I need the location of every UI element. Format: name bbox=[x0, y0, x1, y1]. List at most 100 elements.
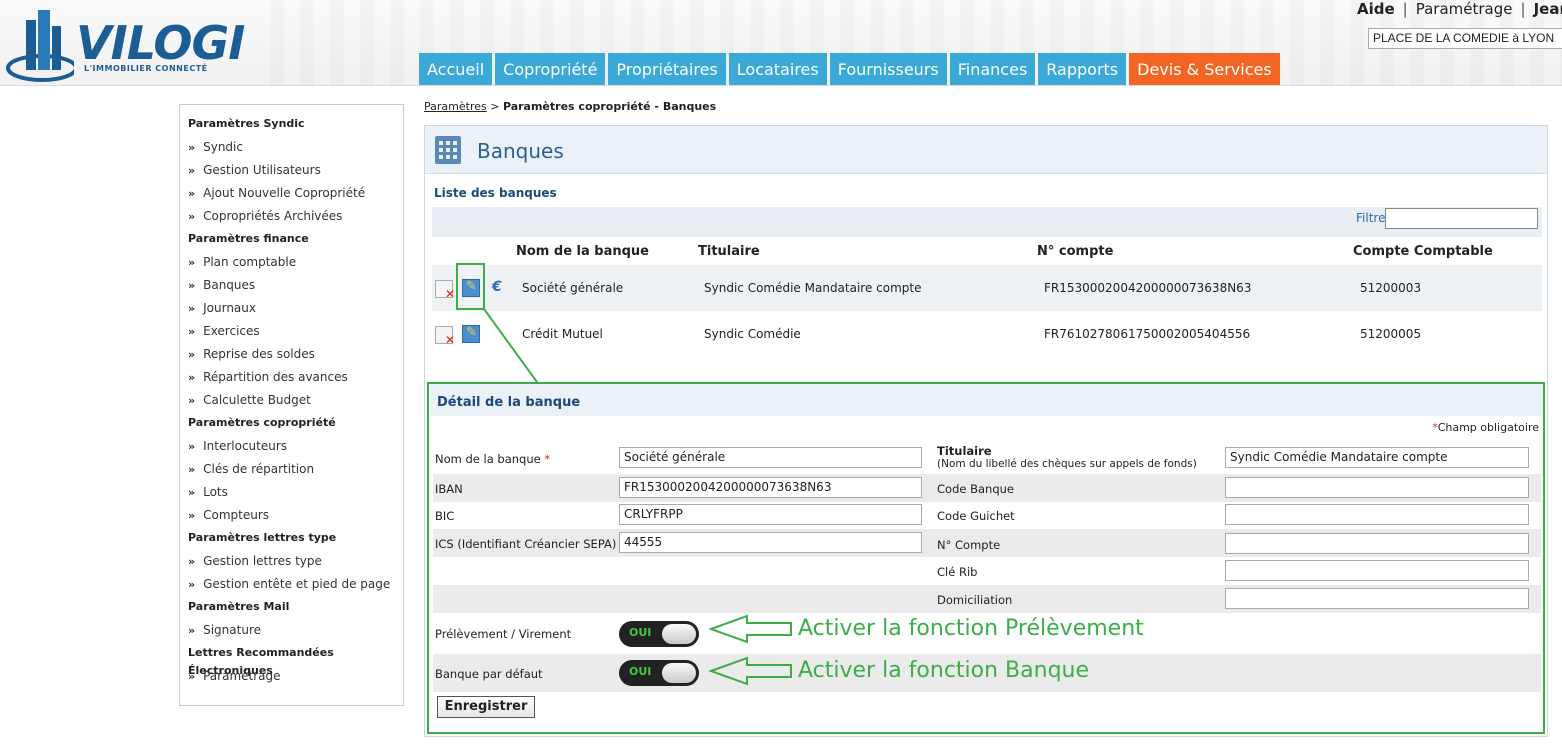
iban-label: IBAN bbox=[435, 482, 463, 496]
sidebar-item-compteurs[interactable]: » Compteurs bbox=[188, 506, 395, 529]
chevron-icon: » bbox=[188, 509, 196, 522]
form-row: Domiciliation bbox=[433, 585, 1541, 613]
sidebar-item-banques[interactable]: » Banques bbox=[188, 276, 395, 299]
nav-tab-finances[interactable]: Finances bbox=[949, 53, 1036, 85]
settings-link[interactable]: Paramétrage bbox=[1416, 0, 1513, 18]
num-compte-label: N° Compte bbox=[937, 538, 1001, 552]
form-row: Nom de la banque * Société générale Titu… bbox=[433, 444, 1541, 472]
building-logo-icon bbox=[6, 10, 74, 82]
chevron-icon: » bbox=[188, 486, 196, 499]
sidebar-item-signature[interactable]: » Signature bbox=[188, 621, 395, 644]
cle-rib-input[interactable] bbox=[1225, 560, 1529, 581]
chevron-icon: » bbox=[188, 256, 196, 269]
toggle-on-text: OUI bbox=[629, 665, 652, 678]
top-links: Aide|Paramétrage|Jean bbox=[1357, 0, 1562, 18]
nav-tab-devis-services[interactable]: Devis & Services bbox=[1129, 53, 1280, 85]
arrow-left-icon bbox=[709, 614, 792, 644]
sidebar-item-parametrage-lre[interactable]: » Paramétrage bbox=[188, 667, 395, 690]
breadcrumb-parametres-link[interactable]: Paramètres bbox=[424, 100, 487, 113]
ics-input[interactable]: 44555 bbox=[619, 532, 922, 553]
header: VILOGI L'IMMOBILIER CONNECTÉ Aide | Paramé… bbox=[0, 0, 1562, 86]
toggle-on-text: OUI bbox=[629, 626, 652, 639]
nav-tab-fournisseurs[interactable]: Fournisseurs bbox=[829, 53, 947, 85]
banque-defaut-toggle[interactable]: OUI bbox=[619, 660, 699, 686]
required-note: *Champ obligatoire bbox=[1432, 421, 1539, 434]
sidebar-item-coproprietes-archivees[interactable]: » Copropriétés Archivées bbox=[188, 207, 395, 230]
annotation-banque: Activer la fonction Banque bbox=[798, 658, 1090, 683]
sidebar-item-lots[interactable]: » Lots bbox=[188, 483, 395, 506]
chevron-icon: » bbox=[188, 578, 196, 591]
sidebar-item-ajout-copropriete[interactable]: » Ajout Nouvelle Copropriété bbox=[188, 184, 395, 207]
num-compte-input[interactable] bbox=[1225, 533, 1529, 554]
sidebar-section-title: Paramètres Syndic bbox=[188, 117, 305, 130]
sidebar-section-title: Paramètres Mail bbox=[188, 600, 290, 613]
toggle-knob bbox=[662, 624, 696, 644]
nav-tab-rapports[interactable]: Rapports bbox=[1038, 53, 1127, 85]
chevron-icon: » bbox=[188, 348, 196, 361]
bic-input[interactable]: CRLYFRPP bbox=[619, 504, 922, 525]
logo-tagline: L'IMMOBILIER CONNECTÉ bbox=[84, 64, 208, 73]
code-guichet-input[interactable] bbox=[1225, 504, 1529, 525]
nav-tab-locataires[interactable]: Locataires bbox=[728, 53, 827, 85]
form-row: BIC CRLYFRPP Code Guichet bbox=[433, 501, 1541, 529]
code-guichet-label: Code Guichet bbox=[937, 509, 1015, 523]
code-banque-input[interactable] bbox=[1225, 477, 1529, 498]
sidebar-item-gestion-utilisateurs[interactable]: » Gestion Utilisateurs bbox=[188, 161, 395, 184]
holder-sublabel: (Nom du libellé des chèques sur appels d… bbox=[937, 458, 1197, 470]
chevron-icon: » bbox=[188, 210, 196, 223]
arrow-left-icon bbox=[709, 656, 792, 686]
nav-tab-copropriete[interactable]: Copropriété bbox=[495, 53, 606, 85]
cle-rib-label: Clé Rib bbox=[937, 565, 978, 579]
toggle-knob bbox=[662, 663, 696, 683]
logo-text: VILOGI bbox=[76, 16, 245, 70]
chevron-icon: » bbox=[188, 394, 196, 407]
sidebar-item-entete-pied[interactable]: » Gestion entête et pied de page bbox=[188, 575, 395, 598]
ics-label: ICS (Identifiant Créancier SEPA) bbox=[435, 537, 617, 551]
bic-label: BIC bbox=[435, 509, 455, 523]
chevron-icon: » bbox=[188, 440, 196, 453]
save-button[interactable]: Enregistrer bbox=[437, 696, 535, 718]
chevron-icon: » bbox=[188, 164, 196, 177]
sidebar-item-repartition-avances[interactable]: » Répartition des avances bbox=[188, 368, 395, 391]
vilogi-logo[interactable]: VILOGI L'IMMOBILIER CONNECTÉ bbox=[4, 4, 264, 84]
copropriete-select[interactable]: PLACE DE LA COMEDIE à LYON bbox=[1368, 28, 1562, 49]
bank-name-input[interactable]: Société générale bbox=[619, 447, 922, 468]
user-link[interactable]: Jean bbox=[1534, 0, 1562, 18]
iban-input[interactable]: FR1530002004200000073638N63 bbox=[619, 477, 922, 498]
form-row: ICS (Identifiant Créancier SEPA) 44555 N… bbox=[433, 529, 1541, 557]
banques-panel: Banques Liste des banques Filtre Nom de … bbox=[424, 125, 1548, 737]
sidebar-item-calculette-budget[interactable]: » Calculette Budget bbox=[188, 391, 395, 414]
sidebar-item-plan-comptable[interactable]: » Plan comptable bbox=[188, 253, 395, 276]
chevron-icon: » bbox=[188, 555, 196, 568]
sidebar-item-journaux[interactable]: » Journaux bbox=[188, 299, 395, 322]
help-link[interactable]: Aide bbox=[1357, 0, 1395, 18]
sidebar-item-interlocuteurs[interactable]: » Interlocuteurs bbox=[188, 437, 395, 460]
chevron-icon: » bbox=[188, 279, 196, 292]
banque-defaut-label: Banque par défaut bbox=[435, 667, 543, 681]
holder-input[interactable]: Syndic Comédie Mandataire compte bbox=[1225, 447, 1529, 468]
nav-tab-proprietaires[interactable]: Propriétaires bbox=[608, 53, 726, 85]
sidebar-item-gestion-lettres[interactable]: » Gestion lettres type bbox=[188, 552, 395, 575]
code-banque-label: Code Banque bbox=[937, 482, 1014, 496]
sidebar-item-cles-repartition[interactable]: » Clés de répartition bbox=[188, 460, 395, 483]
prelevement-toggle[interactable]: OUI bbox=[619, 621, 699, 647]
chevron-icon: » bbox=[188, 670, 196, 683]
sidebar-section-title: Paramètres lettres type bbox=[188, 531, 337, 544]
holder-label: Titulaire bbox=[937, 444, 992, 458]
form-row: IBAN FR1530002004200000073638N63 Code Ba… bbox=[433, 474, 1541, 502]
settings-sidebar: Paramètres Syndic » Syndic » Gestion Utili… bbox=[179, 104, 404, 706]
breadcrumb: Paramètres > Paramètres copropriété - Ba… bbox=[424, 100, 716, 113]
annotation-prelevement: Activer la fonction Prélèvement bbox=[798, 616, 1144, 641]
sidebar-item-syndic[interactable]: » Syndic bbox=[188, 138, 395, 161]
nav-tab-accueil[interactable]: Accueil bbox=[419, 53, 493, 85]
sidebar-item-exercices[interactable]: » Exercices bbox=[188, 322, 395, 345]
domiciliation-label: Domiciliation bbox=[937, 593, 1013, 607]
sidebar-section-title: Lettres Recommandées Électroniques bbox=[188, 646, 334, 677]
bank-detail-section: Détail de la banque *Champ obligatoire N… bbox=[427, 382, 1545, 734]
chevron-icon: » bbox=[188, 624, 196, 637]
sidebar-item-reprise-soldes[interactable]: » Reprise des soldes bbox=[188, 345, 395, 368]
breadcrumb-separator: > bbox=[490, 100, 500, 113]
bank-name-label: Nom de la banque * bbox=[435, 452, 551, 466]
detail-title: Détail de la banque bbox=[437, 395, 581, 410]
domiciliation-input[interactable] bbox=[1225, 588, 1529, 609]
